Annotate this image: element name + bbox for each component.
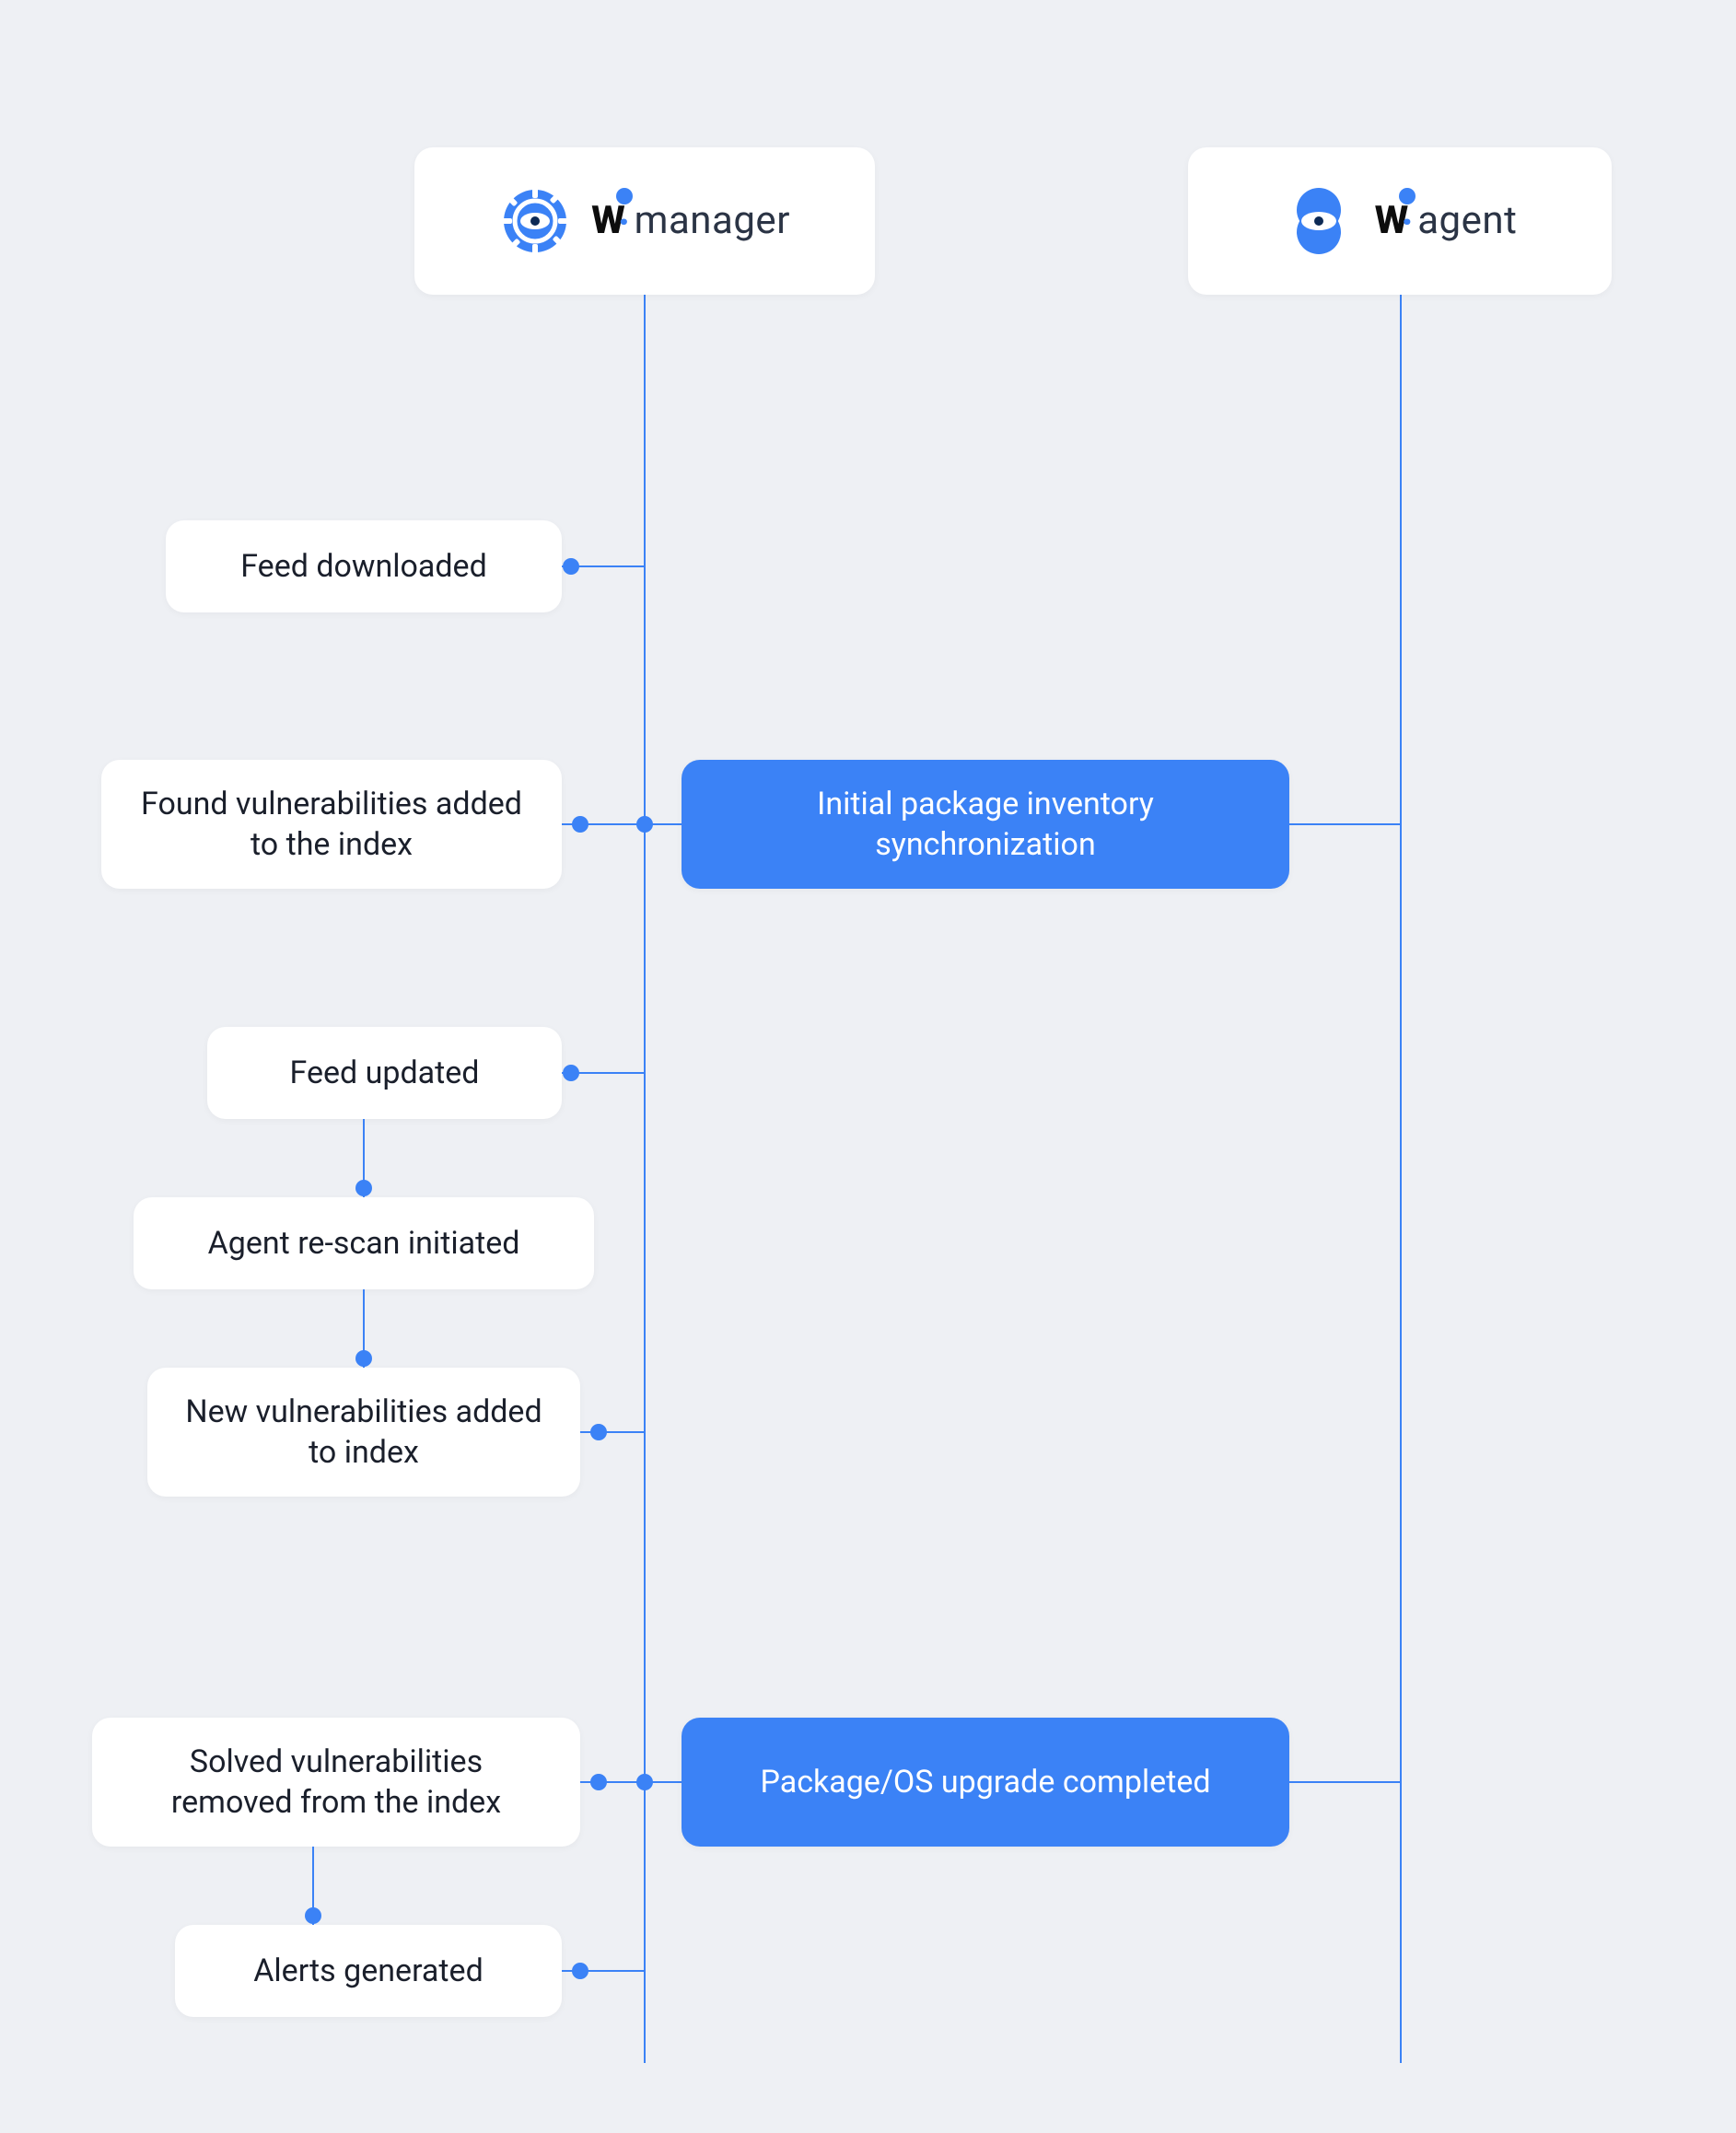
lifeline-dot [590,1424,607,1440]
overlap-circles-icon [1283,185,1355,257]
manager-title: W. manager [591,196,790,247]
lifeline-dot [563,558,579,575]
event-label: Solved vulnerabilities removed from the … [125,1742,547,1823]
lifeline-dot [305,1907,321,1924]
agent-lifeline [1400,258,1402,2063]
event-solved-removed: Solved vulnerabilities removed from the … [92,1718,580,1847]
manager-lifeline [644,258,646,2063]
event-label: Package/OS upgrade completed [760,1762,1210,1802]
lifeline-dot [572,816,588,833]
event-feed-updated: Feed updated [207,1027,562,1119]
connector [1289,823,1400,825]
event-label: Feed downloaded [240,546,487,587]
manager-header: W. manager [414,147,875,295]
lifeline-dot [636,1774,653,1790]
lifeline-dot [563,1065,579,1081]
lifeline-dot [355,1350,372,1367]
agent-header: W. agent [1188,147,1612,295]
event-pkg-upgrade: Package/OS upgrade completed [682,1718,1289,1847]
agent-title: W. agent [1375,196,1518,247]
lifeline-dot [636,816,653,833]
event-found-vuln-indexed: Found vulnerabilities added to the index [101,760,562,889]
event-label: Initial package inventory synchronizatio… [715,784,1256,865]
lifeline-dot [572,1963,588,1979]
gear-eye-icon [499,185,571,257]
lifeline-dot [355,1180,372,1196]
event-label: Alerts generated [253,1951,484,1991]
event-initial-sync: Initial package inventory synchronizatio… [682,760,1289,889]
event-feed-downloaded: Feed downloaded [166,520,562,612]
event-label: Found vulnerabilities added to the index [134,784,529,865]
event-agent-rescan: Agent re-scan initiated [134,1197,594,1289]
event-label: New vulnerabilities added to index [181,1392,547,1473]
event-new-vuln-indexed: New vulnerabilities added to index [147,1368,580,1497]
event-label: Feed updated [290,1053,480,1093]
event-label: Agent re-scan initiated [208,1223,520,1264]
event-alerts-generated: Alerts generated [175,1925,562,2017]
lifeline-dot [590,1774,607,1790]
connector [1289,1781,1400,1783]
